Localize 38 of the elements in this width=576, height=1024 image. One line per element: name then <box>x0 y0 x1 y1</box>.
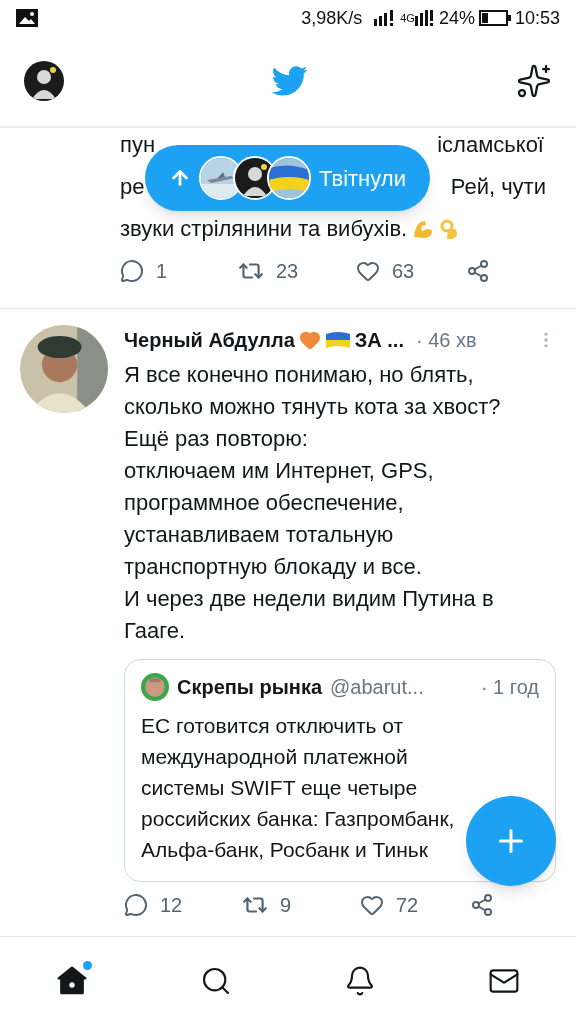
like-count: 63 <box>392 259 415 284</box>
battery-percent: 24% <box>438 6 475 30</box>
bird-logo-icon <box>272 66 308 96</box>
image-icon <box>16 9 38 27</box>
tweet-text: Рей, чути <box>450 173 546 201</box>
retweet-count: 23 <box>276 259 299 284</box>
network-speed: 3,98K/s <box>301 6 363 30</box>
quote-text: ЕС готовится отключить от международной платежной системы SWIFT еще четыре российских банка: Газпромбанк, Альфа-банк, Росбанк и Тиньк <box>141 713 455 863</box>
battery-icon <box>478 10 511 26</box>
home-icon <box>56 964 88 997</box>
author-name: Черный Абдулла <box>124 328 295 353</box>
tweet-text: ісламської <box>437 131 544 159</box>
share-icon[interactable] <box>466 259 490 283</box>
reply-icon[interactable] <box>124 893 148 917</box>
like-icon[interactable] <box>360 893 384 917</box>
tweet-text: Я все конечно понимаю, но блять, сколько можно тянуть кота за хвост? Ещё раз повторю: отключаем им Интернет, GPS, программное обеспечение, устанавливаем тотальную транспортную блокаду и все. И через две недели видим Путина в Гааге. <box>124 361 502 645</box>
share-icon[interactable] <box>470 893 494 917</box>
bell-icon <box>344 964 376 997</box>
quote-time: · 1 год <box>480 675 539 700</box>
retweet-count: 9 <box>280 893 292 918</box>
tweet-text: ре <box>120 173 145 201</box>
like-count: 72 <box>396 893 419 918</box>
tweet-time: · 46 хв <box>416 328 477 353</box>
profile-avatar[interactable] <box>24 61 64 101</box>
heart-icon <box>298 329 321 351</box>
signal-icon <box>414 10 435 26</box>
sparkle-icon[interactable] <box>516 63 552 99</box>
flag-icon <box>324 330 351 350</box>
like-icon[interactable] <box>356 259 380 283</box>
network-type: 4G <box>400 10 415 26</box>
clock: 10:53 <box>514 6 560 30</box>
reply-count: 12 <box>160 893 183 918</box>
reply-count: 1 <box>156 259 168 284</box>
quote-author-name: Скрепы рынка <box>177 675 323 700</box>
author-name-suffix: ЗА ... <box>354 328 404 353</box>
reply-icon[interactable] <box>120 259 144 283</box>
quote-handle: @abarut... <box>330 675 424 700</box>
tweet-text: звуки стрілянини та вибухів. <box>120 215 408 243</box>
